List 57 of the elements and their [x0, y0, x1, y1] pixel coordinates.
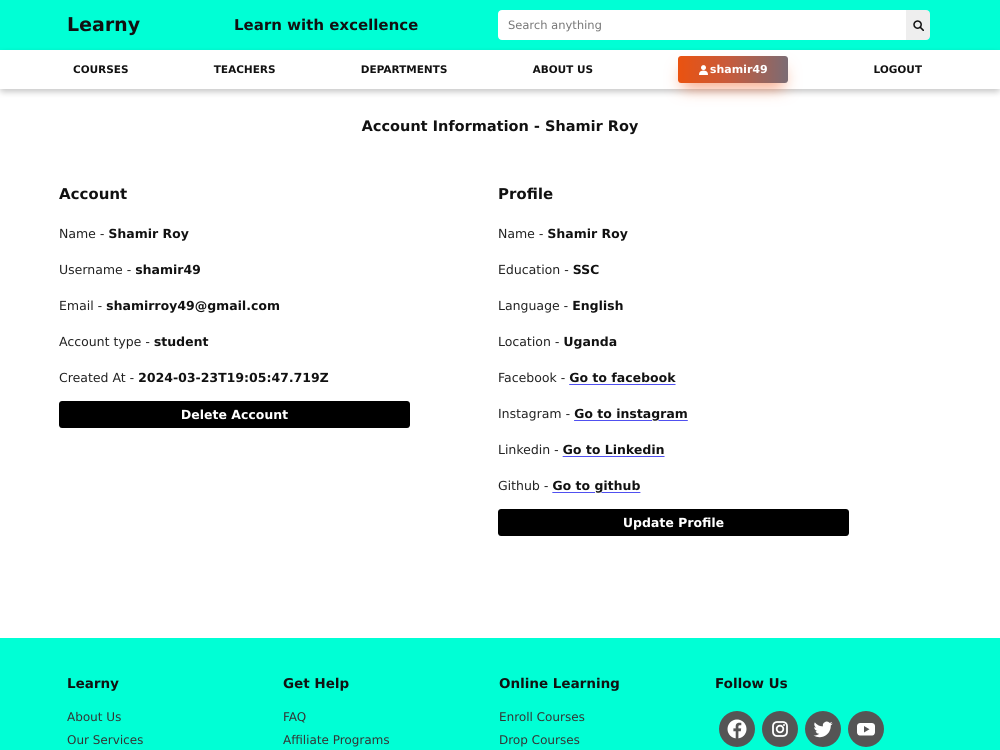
- field-label: Account type -: [59, 333, 150, 351]
- footer-heading: Online Learning: [499, 675, 621, 694]
- search-field[interactable]: Search anything: [498, 10, 906, 40]
- footer-heading: Follow Us: [715, 675, 789, 694]
- profile-link[interactable]: Go to github: [552, 476, 640, 496]
- field-value: SSC: [572, 261, 600, 279]
- field-label: Education -: [498, 261, 569, 279]
- nav-link[interactable]: LOGOUT: [874, 64, 922, 76]
- nav-link[interactable]: DEPARTMENTS: [360, 64, 448, 76]
- page-title: Account Information - Shamir Roy: [360, 118, 640, 137]
- search-icon: [912, 20, 924, 30]
- action-button[interactable]: Update Profile: [498, 509, 849, 536]
- footer-link[interactable]: Drop Courses: [499, 733, 580, 748]
- logo-text[interactable]: Learny: [67, 14, 234, 36]
- field-label: Instagram -: [498, 405, 570, 423]
- user-button[interactable]: shamir49: [678, 56, 788, 83]
- field-value: Shamir Roy: [108, 225, 189, 243]
- youtube-icon[interactable]: [848, 711, 884, 747]
- facebook-icon[interactable]: [719, 711, 755, 747]
- profile-link[interactable]: Go to facebook: [569, 368, 676, 388]
- field-label: Name -: [498, 225, 544, 243]
- instagram-icon[interactable]: [762, 711, 798, 747]
- field-label: Name -: [59, 225, 104, 243]
- field-value: 2024-03-23T19:05:47.719Z: [138, 369, 329, 387]
- field-value: English: [572, 297, 624, 315]
- footer-link[interactable]: Enroll Courses: [499, 710, 585, 725]
- field-label: Email -: [59, 297, 102, 315]
- profile-link[interactable]: Go to instagram: [574, 404, 688, 424]
- footer-heading: Learny: [67, 675, 120, 694]
- field-value: Uganda: [563, 333, 618, 351]
- action-button[interactable]: Delete Account: [59, 401, 410, 428]
- user-icon: [698, 64, 708, 74]
- field-label: Github -: [498, 477, 548, 495]
- footer-link[interactable]: FAQ: [283, 710, 306, 725]
- field-label: Linkedin -: [498, 441, 559, 459]
- profile-link[interactable]: Go to Linkedin: [562, 440, 665, 460]
- field-value: shamirroy49@gmail.com: [106, 297, 280, 315]
- footer-link[interactable]: Our Services: [67, 733, 144, 748]
- section-heading: Account: [59, 184, 128, 204]
- field-value: student: [154, 333, 208, 351]
- nav-link[interactable]: COURSES: [73, 64, 129, 76]
- footer-link[interactable]: Affiliate Programs: [283, 733, 390, 748]
- nav-link[interactable]: ABOUT US: [532, 64, 594, 76]
- tagline: Learn with excellence: [234, 16, 418, 34]
- field-label: Location -: [498, 333, 560, 351]
- search-button[interactable]: [906, 10, 930, 40]
- twitter-icon[interactable]: [805, 711, 841, 747]
- field-label: Language -: [498, 297, 568, 315]
- field-value: Shamir Roy: [547, 225, 628, 243]
- footer-link[interactable]: About Us: [67, 710, 122, 725]
- section-heading: Profile: [498, 184, 554, 204]
- nav-link[interactable]: TEACHERS: [214, 64, 276, 76]
- field-label: Username -: [59, 261, 132, 279]
- field-value: shamir49: [135, 261, 201, 279]
- field-label: Created At -: [59, 369, 134, 387]
- field-label: Facebook -: [498, 369, 566, 387]
- footer-heading: Get Help: [283, 675, 350, 694]
